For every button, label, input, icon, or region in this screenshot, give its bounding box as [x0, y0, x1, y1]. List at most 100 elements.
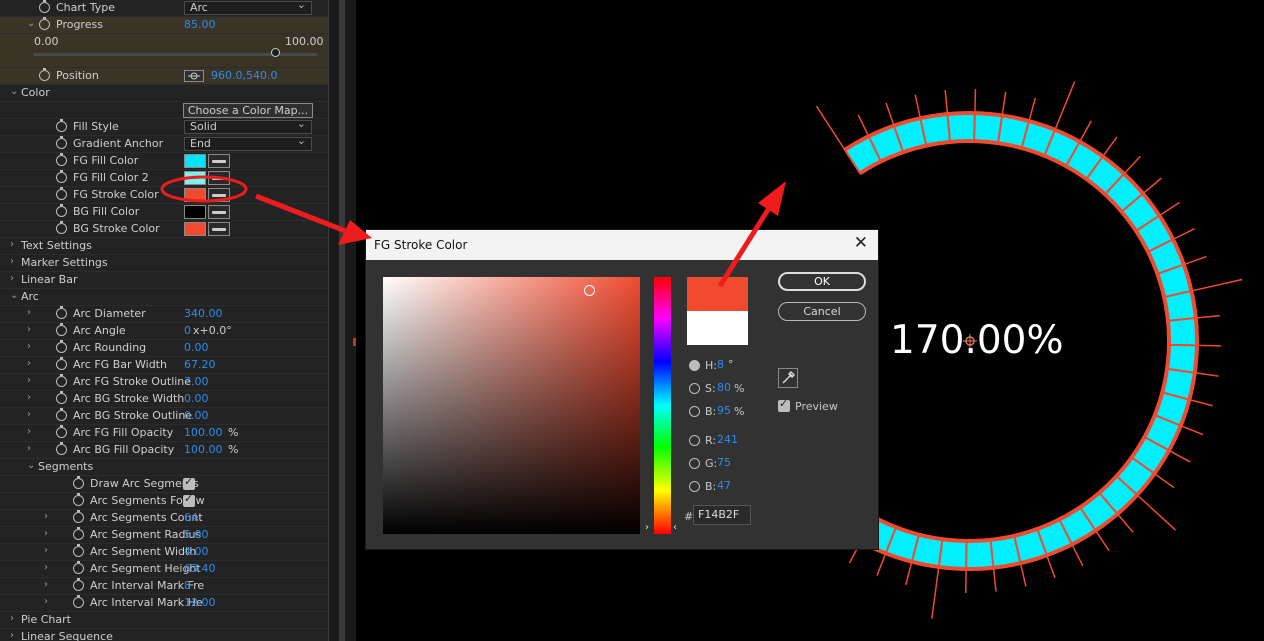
stopwatch-icon[interactable]: [73, 578, 84, 591]
chevron-right-icon[interactable]: ›: [27, 341, 37, 352]
dialog-titlebar[interactable]: FG Stroke Color ✕: [366, 230, 878, 260]
green-value[interactable]: 75: [717, 456, 731, 469]
chevron-right-icon[interactable]: ›: [27, 409, 37, 420]
eyedropper-button[interactable]: [778, 368, 798, 388]
chevron-down-icon[interactable]: ⌄: [10, 86, 20, 97]
arc-bg-stroke-outline-value[interactable]: 0.00: [184, 409, 209, 422]
arc-segment-width-value[interactable]: 4.00: [184, 545, 209, 558]
saturation-brightness-field[interactable]: [383, 277, 640, 534]
arc-fg-stroke-outline-value[interactable]: 7.00: [184, 375, 209, 388]
stopwatch-icon[interactable]: [56, 408, 67, 421]
stopwatch-icon[interactable]: [39, 68, 50, 81]
fg-stroke-color-swatch[interactable]: [184, 188, 206, 202]
chevron-down-icon[interactable]: ⌄: [27, 18, 37, 29]
close-icon[interactable]: ✕: [854, 235, 868, 252]
chevron-right-icon[interactable]: ›: [44, 545, 54, 556]
chevron-right-icon[interactable]: ›: [27, 358, 37, 369]
hex-input[interactable]: F14B2F: [693, 505, 751, 525]
chevron-right-icon[interactable]: ›: [44, 579, 54, 590]
property-label[interactable]: Segments: [38, 460, 93, 473]
eyedropper-icon[interactable]: [208, 205, 230, 219]
stopwatch-icon[interactable]: [56, 425, 67, 438]
stopwatch-icon[interactable]: [56, 204, 67, 217]
anchor-point-icon[interactable]: [963, 334, 977, 348]
chevron-right-icon[interactable]: ›: [44, 528, 54, 539]
stopwatch-icon[interactable]: [73, 595, 84, 608]
arc-interval-mark-he-value[interactable]: 12.00: [184, 596, 216, 609]
draw-arc-segments-checkbox[interactable]: [183, 475, 195, 490]
chevron-right-icon[interactable]: ›: [27, 443, 37, 454]
stopwatch-icon[interactable]: [56, 170, 67, 183]
arc-bg-stroke-width-value[interactable]: 0.00: [184, 392, 209, 405]
original-color-swatch[interactable]: [687, 311, 748, 345]
hue-arrow-left-icon[interactable]: ›: [645, 522, 649, 533]
bg-fill-color-swatch[interactable]: [184, 205, 206, 219]
hue-value[interactable]: 8: [717, 358, 724, 371]
stopwatch-icon[interactable]: [73, 544, 84, 557]
chevron-right-icon[interactable]: ›: [27, 307, 37, 318]
property-label[interactable]: Color: [21, 86, 50, 99]
saturation-value[interactable]: 80: [717, 381, 731, 394]
stopwatch-icon[interactable]: [56, 323, 67, 336]
stopwatch-icon[interactable]: [56, 136, 67, 149]
fg-fill-color-swatch[interactable]: [184, 154, 206, 168]
stopwatch-icon[interactable]: [56, 306, 67, 319]
stopwatch-icon[interactable]: [56, 119, 67, 132]
property-label[interactable]: Arc: [21, 290, 39, 303]
progress-value[interactable]: 85.00: [184, 18, 216, 31]
progress-slider-thumb[interactable]: [270, 48, 280, 57]
cancel-button[interactable]: Cancel: [778, 302, 866, 321]
chevron-right-icon[interactable]: ›: [27, 324, 37, 335]
blue-value[interactable]: 47: [717, 479, 731, 492]
stopwatch-icon[interactable]: [56, 187, 67, 200]
preview-checkbox[interactable]: [778, 397, 790, 412]
hue-radio[interactable]: [689, 360, 700, 371]
chevron-right-icon[interactable]: ›: [10, 273, 20, 284]
stopwatch-icon[interactable]: [56, 340, 67, 353]
chevron-down-icon[interactable]: ⌄: [10, 290, 20, 301]
brightness-radio[interactable]: [689, 406, 700, 417]
stopwatch-icon[interactable]: [73, 476, 84, 489]
stopwatch-icon[interactable]: [56, 153, 67, 166]
chevron-right-icon[interactable]: ›: [44, 596, 54, 607]
eyedropper-icon[interactable]: [208, 188, 230, 202]
stopwatch-icon[interactable]: [56, 391, 67, 404]
arc-segment-height-value[interactable]: 63.40: [184, 562, 216, 575]
saturation-radio[interactable]: [689, 383, 700, 394]
stopwatch-icon[interactable]: [56, 374, 67, 387]
chevron-right-icon[interactable]: ›: [27, 392, 37, 403]
arc-rounding-value[interactable]: 0.00: [184, 341, 209, 354]
property-label[interactable]: Marker Settings: [21, 256, 108, 269]
chevron-right-icon[interactable]: ›: [27, 426, 37, 437]
arc-interval-mark-fre-value[interactable]: 8: [184, 579, 191, 592]
stopwatch-icon[interactable]: [39, 17, 50, 30]
choose-color-map-button[interactable]: Choose a Color Map...: [183, 103, 313, 118]
stopwatch-icon[interactable]: [56, 221, 67, 234]
chevron-right-icon[interactable]: ›: [10, 239, 20, 250]
property-label[interactable]: Linear Sequence: [21, 630, 113, 641]
property-label[interactable]: Text Settings: [21, 239, 92, 252]
red-radio[interactable]: [689, 435, 700, 446]
stopwatch-icon[interactable]: [73, 510, 84, 523]
eyedropper-icon[interactable]: [208, 171, 230, 185]
arc-segment-radius-value[interactable]: 5.00: [184, 528, 209, 541]
chevron-down-icon[interactable]: ⌄: [27, 460, 37, 471]
bg-stroke-color-swatch[interactable]: [184, 222, 206, 236]
stopwatch-icon[interactable]: [73, 561, 84, 574]
stopwatch-icon[interactable]: [56, 357, 67, 370]
stopwatch-icon[interactable]: [39, 0, 50, 13]
arc-diameter-value[interactable]: 340.00: [184, 307, 223, 320]
scrollbar-track[interactable]: [339, 0, 345, 641]
fg-fill-color-2-swatch[interactable]: [184, 171, 206, 185]
blue-radio[interactable]: [689, 481, 700, 492]
chevron-right-icon[interactable]: ›: [10, 630, 20, 641]
arc-fg-bar-width-value[interactable]: 67.20: [184, 358, 216, 371]
arc-fg-fill-opacity-value[interactable]: 100.00: [184, 426, 223, 439]
panel-scrollbar[interactable]: [328, 0, 359, 641]
stopwatch-icon[interactable]: [73, 493, 84, 506]
green-radio[interactable]: [689, 458, 700, 469]
picker-cursor[interactable]: [583, 284, 595, 296]
arc-segments-count-value[interactable]: 64: [184, 511, 198, 524]
chevron-right-icon[interactable]: ›: [10, 256, 20, 267]
position-crosshair-icon[interactable]: [184, 70, 204, 82]
